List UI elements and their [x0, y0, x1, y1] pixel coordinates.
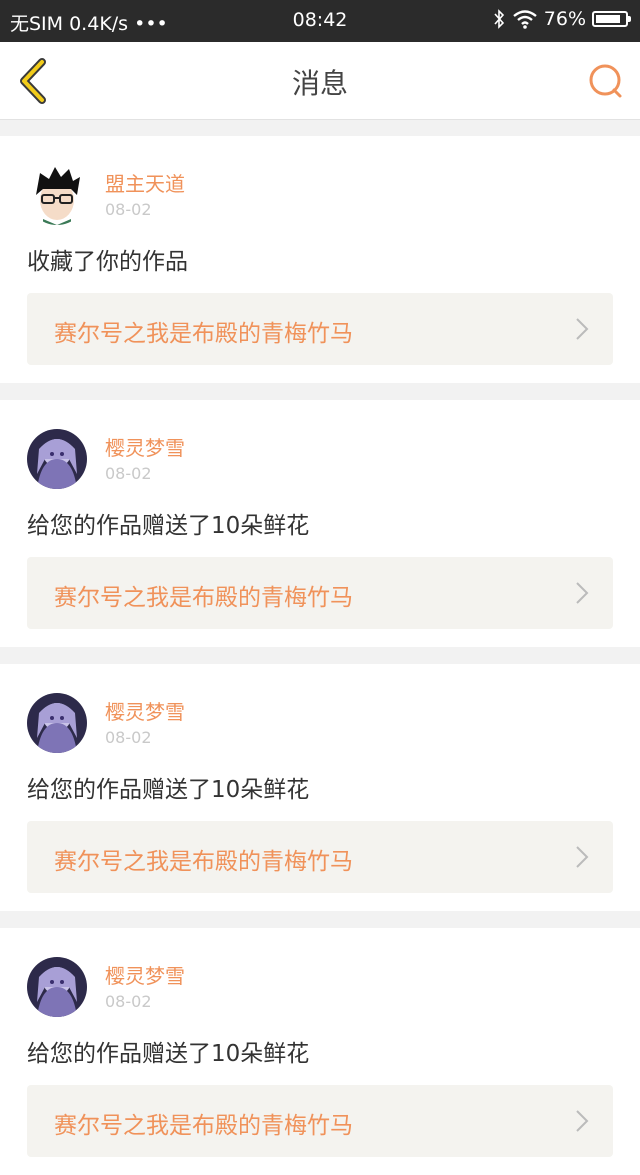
message-card: 樱灵梦雪 08-02 给您的作品赠送了10朵鲜花 赛尔号之我是布殿的青梅竹马 — [0, 400, 640, 647]
bluetooth-icon — [494, 9, 504, 29]
chevron-right-icon — [576, 582, 589, 604]
work-link[interactable]: 赛尔号之我是布殿的青梅竹马 — [27, 293, 613, 365]
avatar[interactable] — [27, 693, 87, 753]
chevron-right-icon — [576, 1110, 589, 1132]
work-title: 赛尔号之我是布殿的青梅竹马 — [54, 321, 353, 347]
work-title: 赛尔号之我是布殿的青梅竹马 — [54, 1113, 353, 1139]
work-title: 赛尔号之我是布殿的青梅竹马 — [54, 585, 353, 611]
message-card: 樱灵梦雪 08-02 给您的作品赠送了10朵鲜花 赛尔号之我是布殿的青梅竹马 — [0, 664, 640, 911]
chevron-right-icon — [576, 846, 589, 868]
nav-bar: 消息 — [0, 42, 640, 120]
user-name[interactable]: 樱灵梦雪 — [105, 432, 185, 461]
avatar[interactable] — [27, 957, 87, 1017]
avatar[interactable] — [27, 429, 87, 489]
work-link[interactable]: 赛尔号之我是布殿的青梅竹马 — [27, 1085, 613, 1157]
user-name[interactable]: 樱灵梦雪 — [105, 696, 185, 725]
status-bar: 无SIM 0.4K/s ••• 08:42 76% — [0, 0, 640, 42]
user-name[interactable]: 樱灵梦雪 — [105, 960, 185, 989]
message-date: 08-02 — [105, 992, 152, 1011]
message-text: 给您的作品赠送了10朵鲜花 — [27, 777, 310, 803]
message-date: 08-02 — [105, 728, 152, 747]
user-name[interactable]: 盟主天道 — [105, 168, 185, 197]
message-card: 盟主天道 08-02 收藏了你的作品 赛尔号之我是布殿的青梅竹马 — [0, 136, 640, 383]
avatar[interactable] — [27, 165, 87, 225]
work-link[interactable]: 赛尔号之我是布殿的青梅竹马 — [27, 821, 613, 893]
battery-icon — [592, 11, 631, 27]
search-icon[interactable] — [586, 61, 626, 101]
work-link[interactable]: 赛尔号之我是布殿的青梅竹马 — [27, 557, 613, 629]
message-text: 收藏了你的作品 — [27, 249, 188, 275]
message-date: 08-02 — [105, 200, 152, 219]
message-date: 08-02 — [105, 464, 152, 483]
page-title: 消息 — [291, 67, 348, 100]
chevron-right-icon — [576, 318, 589, 340]
work-title: 赛尔号之我是布殿的青梅竹马 — [54, 849, 353, 875]
status-indicators: 76% — [492, 8, 631, 30]
battery-percent: 76% — [543, 8, 586, 30]
message-text: 给您的作品赠送了10朵鲜花 — [27, 1041, 310, 1067]
message-text: 给您的作品赠送了10朵鲜花 — [27, 513, 310, 539]
wifi-icon — [513, 10, 537, 29]
